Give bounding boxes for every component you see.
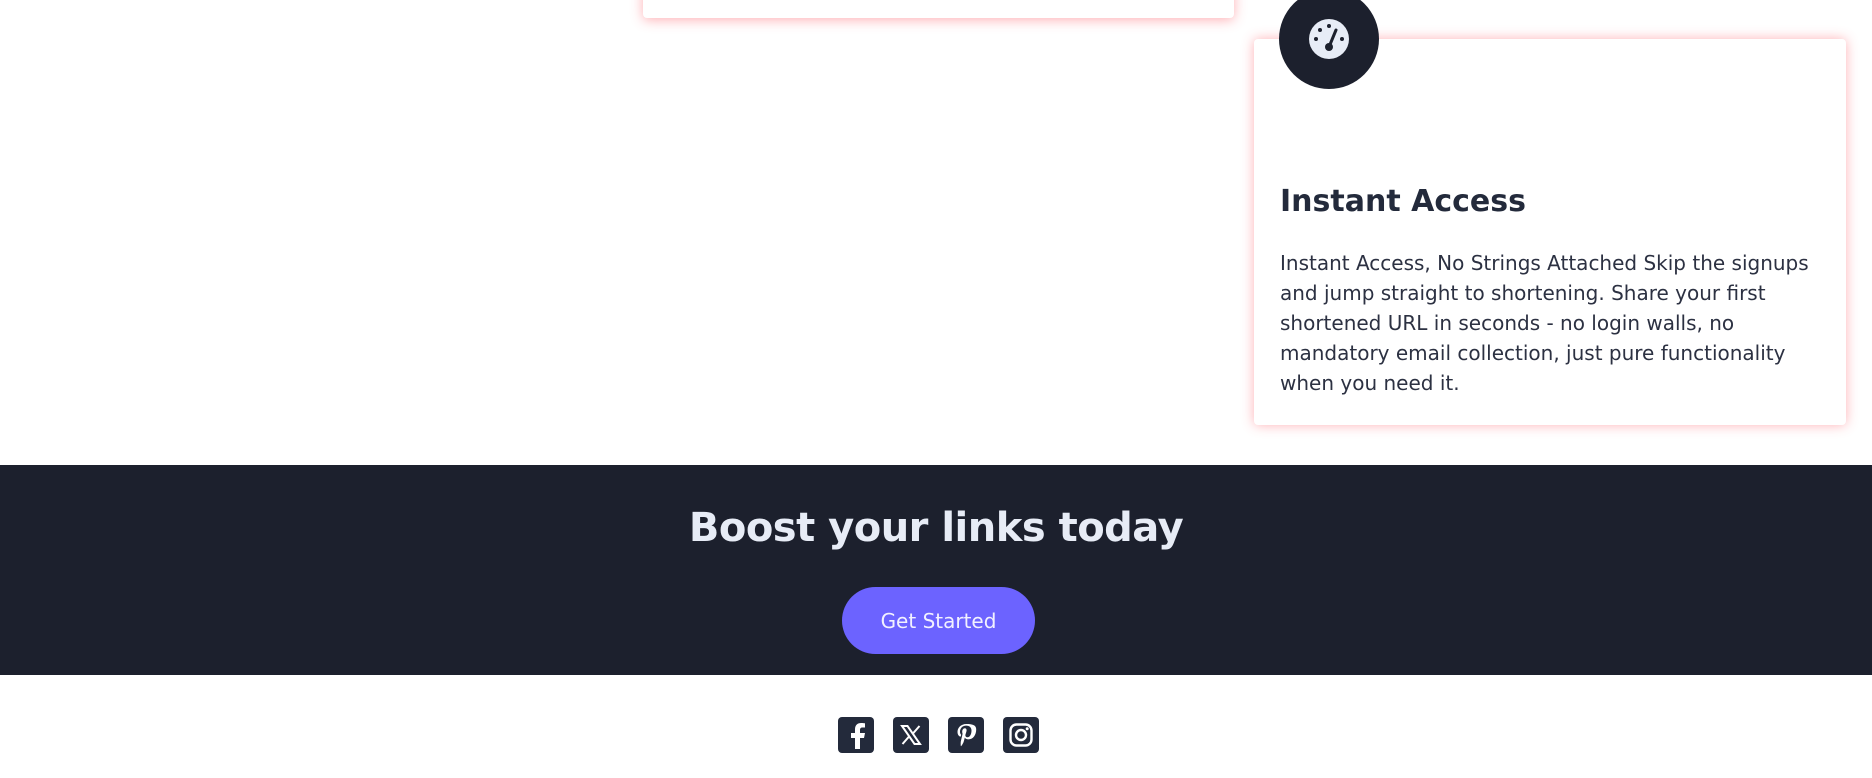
feature-card-description: Instant Access, No Strings Attached Skip… <box>1280 251 1809 395</box>
get-started-button[interactable]: Get Started <box>842 587 1035 654</box>
x-link[interactable] <box>893 717 929 753</box>
facebook-icon <box>851 723 865 749</box>
page: Instant Access Instant Access, No String… <box>0 0 1872 778</box>
feature-card-previous <box>643 0 1234 18</box>
pinterest-icon <box>957 724 977 747</box>
feature-card-title: Instant Access <box>1280 184 1526 219</box>
speedometer-icon <box>1309 19 1349 59</box>
pinterest-link[interactable] <box>948 717 984 753</box>
instagram-link[interactable] <box>1003 717 1039 753</box>
instagram-icon <box>1009 723 1033 747</box>
cta-title: Boost your links today <box>688 505 1184 551</box>
facebook-link[interactable] <box>838 717 874 753</box>
x-icon <box>900 725 922 745</box>
